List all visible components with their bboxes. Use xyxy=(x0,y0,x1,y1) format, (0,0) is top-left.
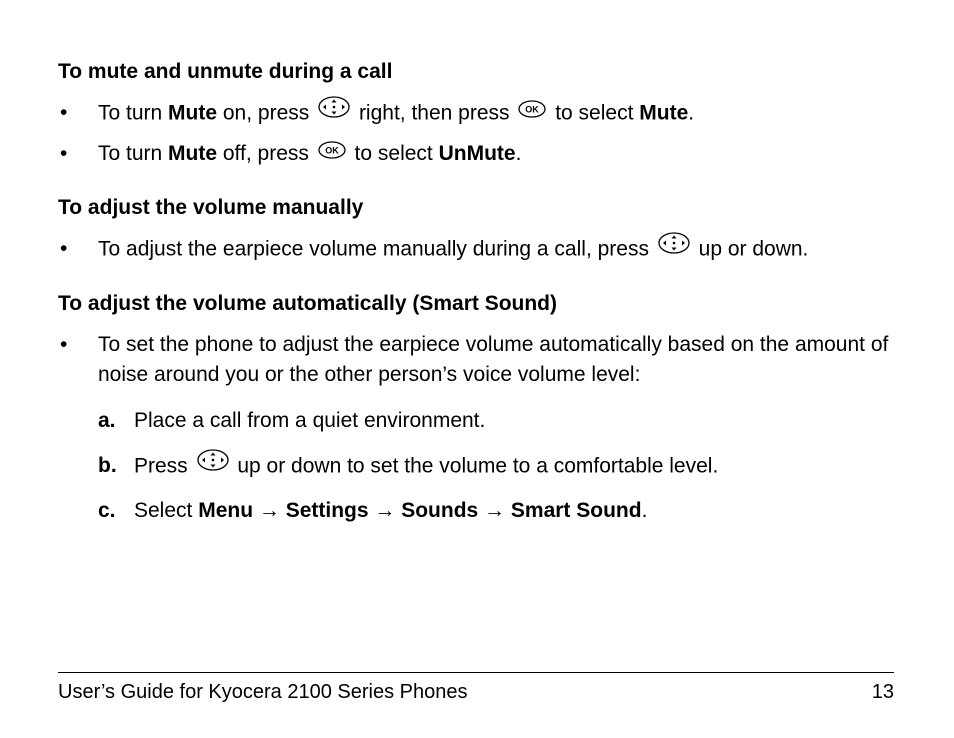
nav-pad-icon xyxy=(197,449,229,480)
nav-pad-icon xyxy=(318,96,350,127)
bullet-marker: • xyxy=(58,98,98,128)
bullet-marker: • xyxy=(58,234,98,264)
step-marker: c. xyxy=(98,496,134,526)
svg-text:OK: OK xyxy=(526,104,540,114)
mute-list: • To turn Mute on, press right, then pre… xyxy=(58,98,894,170)
step-item: b. Press up or down to set the volume to… xyxy=(98,451,894,482)
list-item: • To set the phone to adjust the earpiec… xyxy=(58,330,894,541)
nav-pad-icon xyxy=(658,232,690,263)
step-marker: b. xyxy=(98,451,134,481)
footer-page-number: 13 xyxy=(872,681,894,704)
step-body: Press up or down to set the volume to a … xyxy=(134,451,894,482)
list-item: • To adjust the earpiece volume manually… xyxy=(58,234,894,265)
step-marker: a. xyxy=(98,406,134,436)
bullet-marker: • xyxy=(58,330,98,360)
heading-manual: To adjust the volume manually xyxy=(58,196,894,220)
bullet-marker: • xyxy=(58,139,98,169)
step-item: a. Place a call from a quiet environment… xyxy=(98,406,894,436)
heading-auto: To adjust the volume automatically (Smar… xyxy=(58,292,894,316)
list-item: • To turn Mute on, press right, then pre… xyxy=(58,98,894,129)
step-body: Place a call from a quiet environment. xyxy=(134,406,894,436)
list-item-body: To adjust the earpiece volume manually d… xyxy=(98,234,894,265)
list-item: • To turn Mute off, press OK to select U… xyxy=(58,139,894,170)
ok-button-icon: OK xyxy=(318,138,346,168)
list-item-body: To turn Mute on, press right, then press… xyxy=(98,98,894,129)
page-footer: User’s Guide for Kyocera 2100 Series Pho… xyxy=(58,672,894,704)
auto-intro-text: To set the phone to adjust the earpiece … xyxy=(98,333,888,386)
manual-list: • To adjust the earpiece volume manually… xyxy=(58,234,894,265)
auto-list: • To set the phone to adjust the earpiec… xyxy=(58,330,894,541)
list-item-body: To set the phone to adjust the earpiece … xyxy=(98,330,894,541)
step-item: c. Select Menu → Settings → Sounds → Sma… xyxy=(98,496,894,526)
heading-mute: To mute and unmute during a call xyxy=(58,60,894,84)
ok-button-icon: OK xyxy=(518,97,546,127)
step-body: Select Menu → Settings → Sounds → Smart … xyxy=(134,496,894,526)
svg-text:OK: OK xyxy=(325,145,339,155)
list-item-body: To turn Mute off, press OK to select UnM… xyxy=(98,139,894,170)
steps-list: a. Place a call from a quiet environment… xyxy=(98,406,894,526)
document-page: To mute and unmute during a call • To tu… xyxy=(0,0,954,738)
footer-title: User’s Guide for Kyocera 2100 Series Pho… xyxy=(58,681,467,704)
